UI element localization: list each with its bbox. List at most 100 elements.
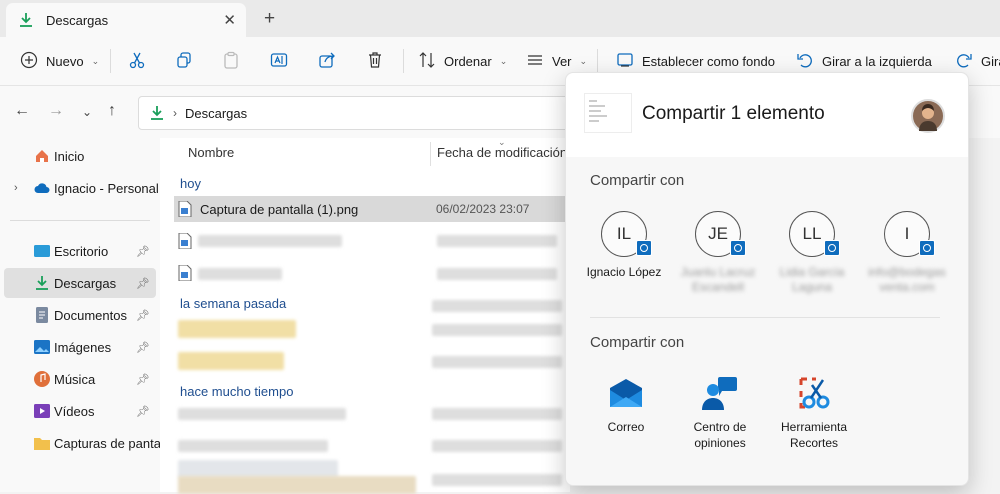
sidebar-item-descargas[interactable]: Descargas 📌︎ (4, 268, 156, 298)
share-button[interactable] (318, 49, 336, 73)
new-label: Nuevo (46, 53, 84, 69)
address-bar[interactable]: › Descargas (138, 96, 570, 130)
set-background-label: Establecer como fondo (642, 53, 775, 69)
video-icon (34, 403, 50, 419)
music-icon (34, 371, 50, 387)
cut-button[interactable] (128, 49, 146, 73)
divider (110, 49, 111, 73)
snipping-tool-icon (796, 375, 832, 411)
scissors-icon (128, 51, 146, 72)
paste-button[interactable] (222, 49, 240, 73)
new-button[interactable]: Nuevo ⌄ (20, 49, 99, 73)
rename-icon (270, 51, 288, 72)
contact-initials: IL (616, 224, 632, 243)
app-item-correo[interactable]: Correo (576, 375, 676, 435)
contact-name: Juanlu Lacruz Escandell (680, 265, 756, 294)
sidebar-item-documentos[interactable]: Documentos 📌︎ (4, 300, 156, 330)
blurred-filename (198, 268, 282, 280)
file-thumbnail (584, 93, 632, 133)
download-icon (149, 105, 165, 121)
feedback-hub-icon (702, 375, 738, 411)
sidebar-item-onedrive[interactable]: › Ignacio - Personal (4, 173, 159, 203)
sidebar-item-musica[interactable]: Música 📌︎ (4, 364, 156, 394)
column-divider (430, 142, 431, 166)
sidebar-item-label: Ignacio - Personal (54, 180, 159, 196)
table-row[interactable]: Captura de pantalla (1).png 06/02/2023 2… (174, 196, 570, 222)
rotate-right-button[interactable]: Girar (955, 49, 1000, 73)
delete-button[interactable] (366, 49, 384, 73)
new-tab-icon[interactable]: + (264, 8, 275, 30)
pin-icon[interactable]: 📌︎ (136, 309, 150, 322)
group-header-today[interactable]: hoy (180, 176, 201, 191)
group-header-long-ago[interactable]: hace mucho tiempo (180, 384, 293, 399)
contact-item[interactable]: I info@bodegas venta.com (862, 211, 952, 295)
app-label: Herramienta Recortes (780, 420, 848, 450)
contact-item[interactable]: JE Juanlu Lacruz Escandell (673, 211, 763, 295)
column-header-date[interactable]: Fecha de modificación (437, 145, 567, 160)
blurred-date (432, 408, 562, 420)
forward-arrow-icon[interactable]: → (48, 102, 64, 120)
contact-item[interactable]: IL Ignacio López (579, 211, 669, 280)
pin-icon[interactable]: 📌︎ (136, 245, 150, 258)
rotate-left-icon (796, 51, 814, 72)
group-header-last-week[interactable]: la semana pasada (180, 296, 286, 311)
pin-icon[interactable]: 📌︎ (136, 277, 150, 290)
app-item-feedback-hub[interactable]: Centro de opiniones (670, 375, 770, 451)
back-arrow-icon[interactable]: ← (14, 102, 30, 120)
sidebar-item-label: Vídeos (54, 403, 95, 419)
blurred-row (178, 320, 296, 338)
up-arrow-icon[interactable]: ↑ (108, 102, 116, 120)
chevron-right-icon: › (14, 182, 18, 194)
rename-button[interactable] (270, 49, 288, 73)
sidebar-item-capturas[interactable]: Capturas de pantall (4, 428, 167, 458)
rotate-right-label: Girar (981, 53, 1000, 69)
blurred-row (178, 352, 284, 370)
divider (403, 49, 404, 73)
set-background-button[interactable]: Establecer como fondo (616, 49, 775, 73)
contact-name: Ignacio López (586, 265, 662, 279)
contact-initials: LL (802, 224, 822, 243)
sidebar-item-imagenes[interactable]: Imágenes 📌︎ (4, 332, 156, 362)
contact-avatar: JE (695, 211, 746, 257)
outlook-icon (919, 240, 935, 256)
app-label: Centro de opiniones (693, 420, 747, 450)
download-icon (18, 12, 36, 28)
sidebar-item-escritorio[interactable]: Escritorio 📌︎ (4, 236, 156, 266)
blurred-date (437, 235, 557, 247)
trash-icon (366, 51, 384, 72)
chevron-down-icon: ⌄ (579, 55, 588, 66)
pin-icon[interactable]: 📌︎ (136, 405, 150, 418)
contact-item[interactable]: LL Lidia García Laguna (767, 211, 857, 295)
contact-name: Lidia García Laguna (779, 265, 845, 294)
close-tab-icon[interactable]: ✕ (223, 11, 236, 29)
sidebar-item-label: Inicio (54, 148, 85, 164)
divider (597, 49, 598, 73)
user-avatar[interactable] (911, 99, 945, 133)
blurred-date (432, 324, 562, 336)
share-panel: Compartir 1 elemento Compartir con IL Ig… (565, 72, 969, 486)
sort-button[interactable]: Ordenar ⌄ (418, 49, 507, 73)
tab-descargas[interactable]: Descargas ✕ (6, 3, 246, 37)
sort-label: Ordenar (444, 53, 492, 69)
tab-bar: Descargas ✕ + (0, 0, 1000, 37)
contact-initials: I (904, 224, 910, 243)
sidebar-item-inicio[interactable]: Inicio (4, 141, 156, 171)
share-apps-title: Compartir con (590, 334, 685, 351)
pin-icon[interactable]: 📌︎ (136, 373, 150, 386)
copy-button[interactable] (175, 49, 193, 73)
sidebar-item-label: Escritorio (54, 243, 109, 259)
chevron-down-icon: ⌄ (499, 55, 508, 66)
blurred-date (437, 268, 557, 280)
outlook-icon (824, 240, 840, 256)
app-item-snipping-tool[interactable]: Herramienta Recortes (764, 375, 864, 451)
view-button[interactable]: Ver ⌄ (526, 49, 587, 73)
image-file-icon (178, 233, 192, 249)
recent-chevron-icon[interactable]: ⌄ (82, 105, 92, 119)
folder-icon (34, 435, 50, 451)
pin-icon[interactable]: 📌︎ (136, 341, 150, 354)
rotate-left-button[interactable]: Girar a la izquierda (796, 49, 932, 73)
document-icon (34, 307, 50, 323)
column-header-name[interactable]: Nombre (188, 145, 234, 160)
sidebar-item-videos[interactable]: Vídeos 📌︎ (4, 396, 156, 426)
blurred-row (178, 440, 328, 452)
